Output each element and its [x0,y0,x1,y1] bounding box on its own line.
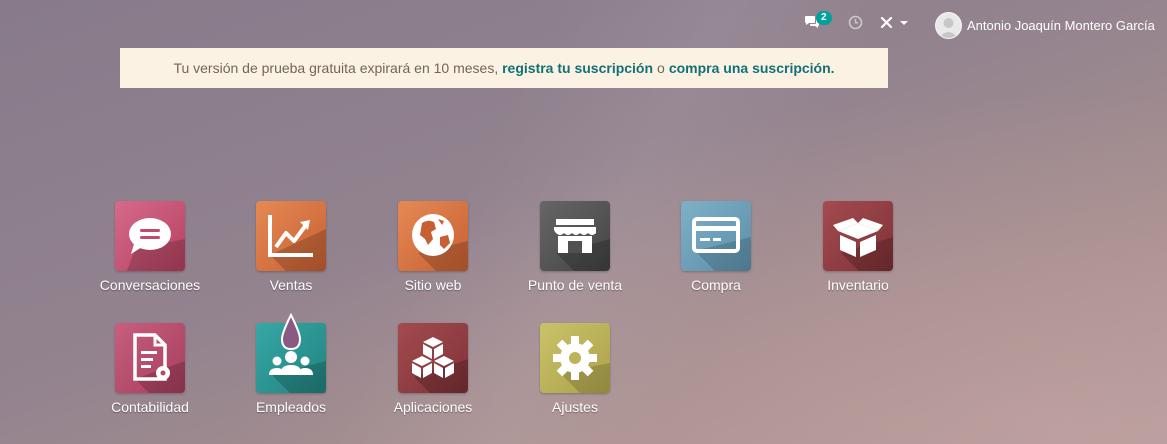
app-label: Punto de venta [527,277,623,293]
trend-chart-icon [268,215,326,271]
app-tile [681,201,751,271]
banner-separator: o [657,60,665,76]
user-name: Antonio Joaquín Montero García [967,18,1155,33]
app-tile [115,201,185,271]
app-contabilidad[interactable]: Contabilidad [79,323,221,443]
trial-expiration-banner: Tu versión de prueba gratuita expirará e… [120,48,888,88]
app-label: Conversaciones [99,277,201,293]
app-inventario[interactable]: Inventario [787,201,929,321]
gear-icon [553,336,610,393]
activity-menu[interactable] [848,15,863,30]
app-tile [398,323,468,393]
app-label: Compra [691,277,741,293]
app-tile [540,323,610,393]
cubes-icon [412,337,468,393]
debug-tools-menu[interactable] [880,15,910,30]
user-menu[interactable]: Antonio Joaquín Montero García [935,12,1155,39]
app-label: Ajustes [552,399,598,415]
app-conversaciones[interactable]: Conversaciones [79,201,221,321]
chat-bubble-icon [127,218,185,271]
message-count-badge: 2 [816,11,832,25]
accounting-doc-icon [133,333,185,393]
app-tile [823,201,893,271]
register-subscription-link[interactable]: registra tu suscripción [502,60,653,76]
app-ajustes[interactable]: Ajustes [504,323,646,443]
app-label: Sitio web [404,277,462,293]
store-icon [554,219,610,271]
app-tile [256,201,326,271]
user-silhouette-icon [939,18,958,38]
app-aplicaciones[interactable]: Aplicaciones [362,323,504,443]
app-label: Empleados [255,399,327,415]
app-ventas[interactable]: Ventas [220,201,362,321]
avatar [935,12,962,39]
app-punto-de-venta[interactable]: Punto de venta [504,201,646,321]
app-sitio-web[interactable]: Sitio web [362,201,504,321]
globe-icon [412,214,468,271]
banner-text: Tu versión de prueba gratuita expirará e… [173,60,499,76]
caret-down-icon [900,21,908,25]
tools-icon [880,16,908,29]
app-label: Ventas [269,277,313,293]
app-tile [115,323,185,393]
app-empleados[interactable]: Empleados [220,312,362,443]
app-label: Inventario [827,277,889,293]
app-compra[interactable]: Compra [645,201,787,321]
credit-card-icon [692,217,751,271]
buy-subscription-link[interactable]: compra una suscripción. [669,60,835,76]
app-tile [256,312,326,393]
messaging-menu[interactable]: 2 [804,11,832,29]
app-label: Contabilidad [111,399,189,415]
app-label: Aplicaciones [393,399,473,415]
app-tile [540,201,610,271]
employees-icon [269,312,326,393]
clock-icon [848,15,863,30]
box-icon [833,218,893,271]
app-tile [398,201,468,271]
